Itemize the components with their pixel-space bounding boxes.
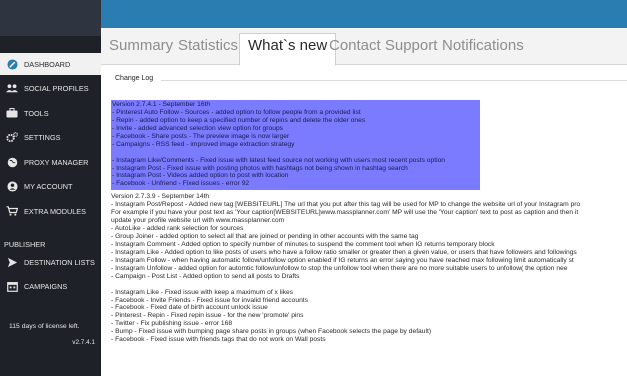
release-note-line: - Group Joiner - added option to select … — [111, 233, 419, 240]
sidebar-item-label: TOOLS — [24, 108, 49, 118]
release-note-line: - Instagram Post - Videos added option t… — [112, 172, 289, 180]
changelog-text: Version 2.7.4.1 - September 16th - Pinte… — [111, 100, 627, 344]
release-note-line: - Facebook - Share posts - The preview i… — [112, 132, 290, 140]
sidebar-item-extra-modules[interactable]: EXTRA MODULES — [0, 200, 101, 222]
sidebar-item-my-account[interactable]: MY ACCOUNT — [0, 175, 101, 197]
release-note-line: - Invite - added advanced selection view… — [112, 124, 284, 132]
globe-icon — [5, 156, 19, 168]
user-icon — [5, 180, 19, 192]
release-note-line: - Instagram Post/Repost - Added new tag … — [111, 201, 581, 209]
sidebar-item-label: CAMPAIGNS — [24, 281, 68, 291]
release-note-line: - Facebook - Fixed issue with friends ta… — [111, 336, 326, 344]
changelog-label: Change Log — [115, 75, 154, 82]
sidebar-item-campaigns[interactable]: CAMPAIGNS — [0, 275, 101, 297]
release-note-line: - Facebook - Unfriend - Fixed issues - e… — [112, 180, 250, 188]
release-note-line: - Instagram Like - Fixed issue with keep… — [111, 288, 294, 296]
main-content: Summary Statistics What`s new Contact Su… — [101, 28, 627, 376]
tab-summary[interactable]: Summary — [109, 37, 173, 54]
sidebar-item-dashboard[interactable]: DASHBOARD — [0, 53, 101, 75]
highlighted-release-notes: Version 2.7.4.1 - September 16th - Pinte… — [111, 100, 480, 191]
dashboard-icon — [5, 58, 19, 70]
release-note-line: Version 2.7.3.9 - September 14th — [111, 193, 210, 201]
top-bar — [101, 0, 627, 28]
tab-whats-new[interactable]: What`s new — [239, 33, 337, 66]
release-note-line: Version 2.7.4.1 - September 16th — [112, 101, 211, 108]
release-note-line: - Facebook - Invite Friends - Fixed issu… — [111, 296, 308, 304]
release-note-line: - Campaign - Post List - Added option to… — [111, 272, 300, 280]
sidebar-item-social-profiles[interactable]: SOCIAL PROFILES — [0, 77, 101, 99]
sidebar-item-label: MY ACCOUNT — [24, 181, 73, 191]
sidebar-item-settings[interactable]: SETTINGS — [0, 126, 101, 148]
release-note-line: - Instagram Comment - Added option to sp… — [111, 240, 495, 248]
release-note-line: - Instagram Follow - when having automat… — [111, 256, 574, 264]
release-note-line: - Instagram Like/Comments - Fixed issue … — [112, 156, 446, 164]
release-note-line: - Instagram Like - Added option to like … — [111, 248, 577, 256]
release-note-line: - Twitter - Fix publishing issue - error… — [111, 320, 233, 328]
tab-notifications[interactable]: Notifications — [442, 37, 524, 54]
release-note-line: - Repin - added option to keep a specifi… — [112, 116, 366, 124]
app-version: v2.7.4.1 — [72, 339, 95, 346]
divider — [161, 80, 627, 81]
publisher-heading: PUBLISHER — [4, 240, 46, 249]
sidebar: DASHBOARD SOCIAL PROFILES TOOLS SETTINGS… — [0, 36, 101, 376]
release-note-line: - Instagram Unfollow - added option for … — [111, 264, 568, 272]
release-note-line: - AutoLike - added rank selection for so… — [111, 225, 244, 233]
tab-statistics[interactable]: Statistics — [178, 37, 238, 54]
sidebar-item-label: SETTINGS — [24, 132, 61, 142]
sidebar-item-destination-lists[interactable]: DESTINATION LISTS — [0, 251, 101, 273]
sidebar-item-label: DASHBOARD — [24, 59, 71, 69]
release-note-line: - Pinterest - Repin - Fixed repin issue … — [111, 312, 304, 320]
gears-icon — [5, 131, 19, 143]
sidebar-item-label: SOCIAL PROFILES — [24, 83, 89, 93]
release-note-line: update your profile website url with www… — [111, 217, 285, 225]
sidebar-item-label: EXTRA MODULES — [24, 206, 87, 216]
release-note-line: - Campaigns - RSS feed - improved image … — [112, 140, 295, 148]
sidebar-item-label: DESTINATION LISTS — [24, 257, 95, 267]
calendar-icon — [5, 280, 19, 292]
briefcase-icon — [5, 107, 19, 119]
sidebar-item-tools[interactable]: TOOLS — [0, 102, 101, 124]
release-note-line: - Facebook - Fixed date of birth account… — [111, 304, 268, 312]
send-icon — [5, 256, 19, 268]
license-days-left: 115 days of license left. — [9, 323, 80, 330]
release-note-line: - Instagram Post - Fixed issue with post… — [112, 164, 408, 172]
release-note-line: - Bump - Fixed issue with bumping page s… — [111, 328, 432, 336]
cart-icon — [5, 205, 19, 217]
sidebar-item-proxy-manager[interactable]: PROXY MANAGER — [0, 151, 101, 173]
release-note-line: - Pinterest Auto Follow - Sources - adde… — [112, 108, 361, 116]
top-bar-left — [0, 0, 101, 36]
users-icon — [5, 82, 19, 94]
sidebar-item-label: PROXY MANAGER — [24, 157, 89, 167]
release-note-line: For example if you have your post text a… — [111, 209, 579, 217]
tab-contact-support[interactable]: Contact Support — [329, 37, 437, 54]
